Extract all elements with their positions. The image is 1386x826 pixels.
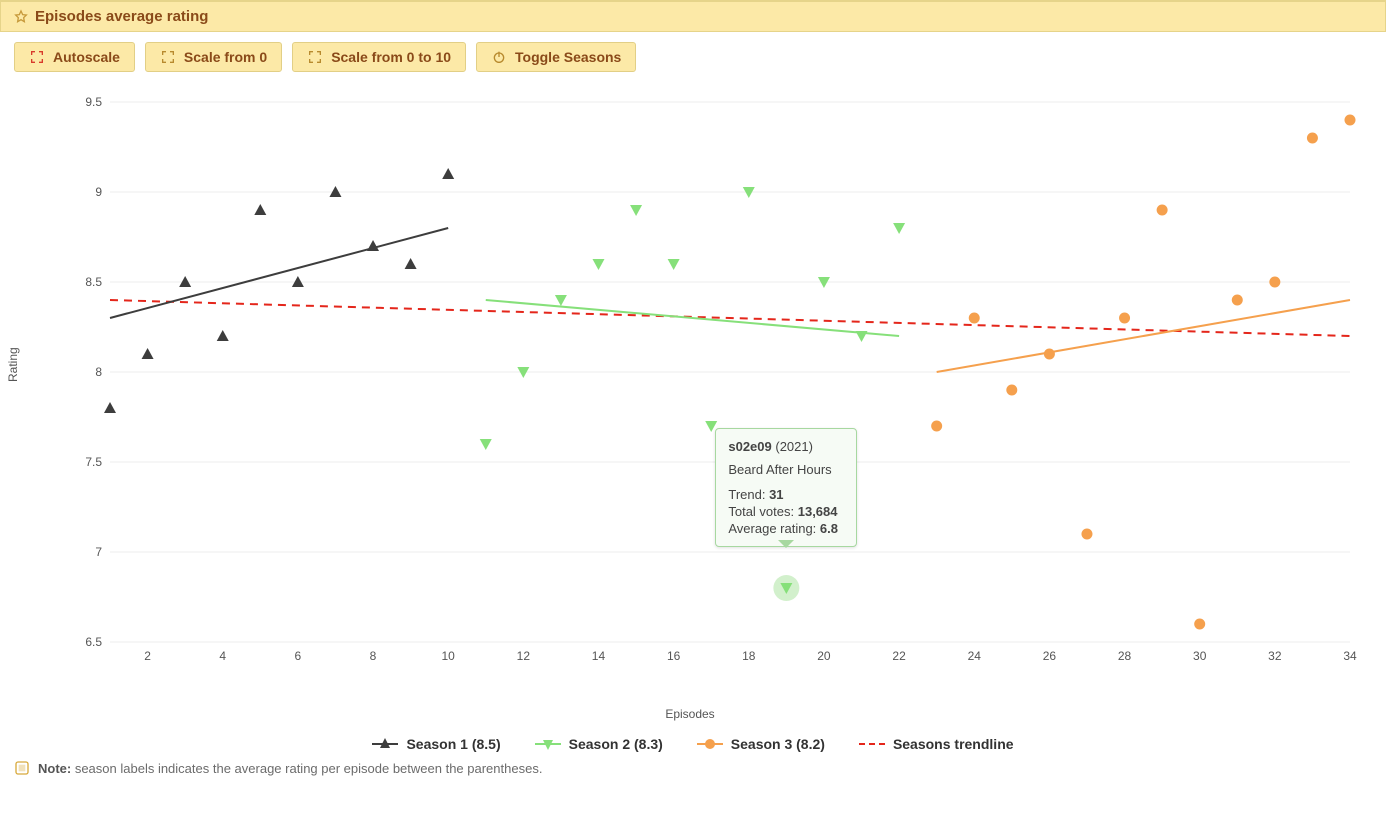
legend-season-3[interactable]: Season 3 (8.2) [697, 736, 825, 752]
chart[interactable]: Rating Episodes 6.577.588.599.5246810121… [0, 82, 1380, 732]
autoscale-label: Autoscale [53, 49, 120, 65]
note: Note: season labels indicates the averag… [0, 752, 1386, 784]
svg-text:12: 12 [517, 649, 531, 663]
svg-text:20: 20 [817, 649, 831, 663]
svg-text:34: 34 [1343, 649, 1357, 663]
scale-from-0-label: Scale from 0 [184, 49, 267, 65]
svg-text:26: 26 [1043, 649, 1057, 663]
scale-from-0-button[interactable]: Scale from 0 [145, 42, 282, 72]
svg-text:7.5: 7.5 [85, 455, 102, 469]
tooltip-code: s02e09 [728, 439, 771, 454]
autoscale-button[interactable]: Autoscale [14, 42, 135, 72]
svg-text:14: 14 [592, 649, 606, 663]
svg-text:10: 10 [442, 649, 456, 663]
x-axis-title: Episodes [665, 707, 714, 721]
dashed-line-icon [859, 737, 885, 751]
scale-0-10-button[interactable]: Scale from 0 to 10 [292, 42, 466, 72]
triangle-down-icon [535, 737, 561, 751]
svg-text:8.5: 8.5 [85, 275, 102, 289]
expand-icon [307, 49, 323, 65]
svg-text:6: 6 [295, 649, 302, 663]
chart-toolbar: Autoscale Scale from 0 Scale from 0 to 1… [0, 32, 1386, 82]
svg-text:2: 2 [144, 649, 151, 663]
note-icon [14, 760, 30, 776]
y-axis-title: Rating [6, 347, 20, 382]
tooltip-title: Beard After Hours [728, 462, 844, 477]
svg-text:16: 16 [667, 649, 681, 663]
panel-title: Episodes average rating [35, 8, 208, 25]
svg-text:18: 18 [742, 649, 756, 663]
legend-season-1[interactable]: Season 1 (8.5) [372, 736, 500, 752]
expand-icon [160, 49, 176, 65]
svg-text:30: 30 [1193, 649, 1207, 663]
plot-svg[interactable]: 6.577.588.599.52468101214161820222426283… [70, 92, 1360, 682]
svg-text:9.5: 9.5 [85, 95, 102, 109]
star-icon [13, 9, 29, 25]
tooltip-year: (2021) [775, 439, 813, 454]
svg-text:8: 8 [370, 649, 377, 663]
svg-text:7: 7 [95, 545, 102, 559]
legend: Season 1 (8.5) Season 2 (8.3) Season 3 (… [0, 736, 1386, 752]
toggle-seasons-button[interactable]: Toggle Seasons [476, 42, 636, 72]
panel-header: Episodes average rating [0, 0, 1386, 32]
autoscale-icon [29, 49, 45, 65]
svg-text:6.5: 6.5 [85, 635, 102, 649]
triangle-up-icon [372, 737, 398, 751]
tooltip: s02e09 (2021) Beard After Hours Trend: 3… [715, 428, 857, 547]
svg-text:4: 4 [219, 649, 226, 663]
toggle-seasons-label: Toggle Seasons [515, 49, 621, 65]
svg-text:8: 8 [95, 365, 102, 379]
svg-text:32: 32 [1268, 649, 1282, 663]
legend-trendline[interactable]: Seasons trendline [859, 736, 1014, 752]
svg-text:9: 9 [95, 185, 102, 199]
scale-0-10-label: Scale from 0 to 10 [331, 49, 451, 65]
svg-text:28: 28 [1118, 649, 1132, 663]
power-icon [491, 49, 507, 65]
svg-text:22: 22 [892, 649, 906, 663]
svg-text:24: 24 [968, 649, 982, 663]
circle-icon [697, 737, 723, 751]
legend-season-2[interactable]: Season 2 (8.3) [535, 736, 663, 752]
